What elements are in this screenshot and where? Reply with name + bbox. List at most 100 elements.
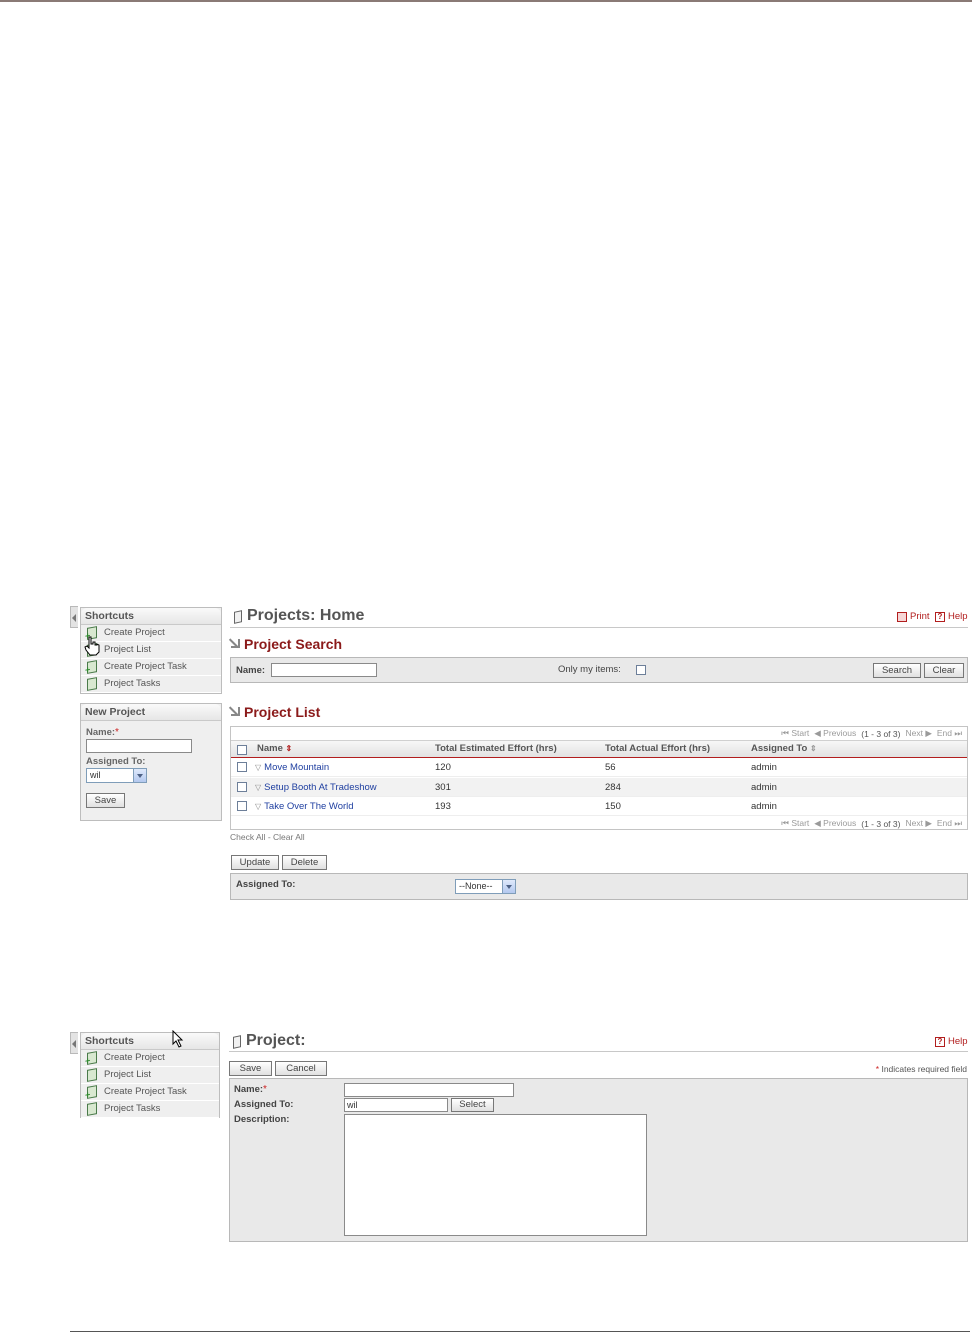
select-user-button[interactable]: Select [451, 1098, 494, 1112]
search-name-input[interactable] [271, 663, 377, 677]
clear-all-link[interactable]: Clear All [273, 832, 305, 842]
shortcut-project-list[interactable]: Project List [81, 642, 221, 659]
top-rule [0, 0, 972, 2]
required-field-note: * Indicates required field [875, 1064, 967, 1074]
description-label: Description: [234, 1114, 290, 1125]
row-checkbox[interactable] [237, 801, 247, 811]
project-form: Name:* Assigned To: wil Select Descripti… [229, 1078, 968, 1242]
pager-next-link[interactable]: Next ▶ [905, 818, 931, 829]
section-arrow-icon [231, 639, 240, 648]
pager-previous-link[interactable]: ◀ Previous [814, 818, 856, 829]
expand-icon[interactable]: ▽ [255, 783, 261, 792]
row-actual: 284 [605, 782, 621, 793]
row-assigned: admin [751, 801, 777, 812]
bottom-rule [70, 1331, 970, 1332]
mass-assign-select[interactable]: --None-- [455, 879, 516, 894]
row-estimated: 301 [435, 782, 451, 793]
shortcut-project-list[interactable]: Project List [81, 1067, 219, 1084]
book-icon [87, 677, 97, 691]
row-assigned: admin [751, 782, 777, 793]
row-name-cell: ▽ Move Mountain [255, 758, 329, 777]
assigned-to-input[interactable]: wil [344, 1098, 448, 1112]
shortcut-create-project-task[interactable]: Create Project Task [81, 1084, 219, 1101]
pager-count: (1 - 3 of 3) [861, 728, 901, 739]
pager-next-link[interactable]: Next ▶ [905, 728, 931, 739]
row-estimated: 120 [435, 762, 451, 773]
project-list-title: Project List [244, 704, 321, 720]
shortcut-project-tasks[interactable]: Project Tasks [81, 676, 221, 693]
new-project-panel: New Project Name:* Assigned To: wil Save [80, 703, 222, 821]
sidebar-collapse-toggle[interactable] [70, 1032, 78, 1054]
update-button[interactable]: Update [231, 855, 279, 870]
column-header-name[interactable]: Name ⇕ [257, 743, 292, 754]
row-assigned: admin [751, 762, 777, 773]
pager-previous-link[interactable]: ◀ Previous [814, 728, 856, 739]
shortcut-project-tasks[interactable]: Project Tasks [81, 1101, 219, 1118]
print-link[interactable]: Print [897, 611, 930, 622]
name-label: Name:* [234, 1084, 267, 1095]
project-link[interactable]: Setup Booth At Tradeshow [264, 782, 377, 793]
cancel-button[interactable]: Cancel [275, 1061, 327, 1076]
search-button[interactable]: Search [873, 663, 921, 678]
new-project-name-input[interactable] [86, 739, 192, 753]
pager-end-link[interactable]: End ⏭ [937, 728, 962, 739]
shortcut-create-project-task[interactable]: Create Project Task [81, 659, 221, 676]
table-row: ▽ Move Mountain 120 56 admin [231, 758, 967, 777]
arrow-cursor-icon [172, 1030, 184, 1048]
table-row: ▽ Setup Booth At Tradeshow 301 284 admin [231, 778, 967, 797]
only-my-items-label: Only my items: [558, 664, 621, 675]
name-input[interactable] [344, 1083, 514, 1097]
delete-button[interactable]: Delete [282, 855, 327, 870]
mass-assign-label: Assigned To: [236, 879, 296, 890]
page-title: Projects: Home [247, 607, 365, 624]
sort-icon: ⇕ [809, 744, 817, 753]
sort-icon: ⇕ [285, 744, 293, 753]
new-project-name-label: Name:* [86, 727, 119, 738]
project-link[interactable]: Move Mountain [264, 762, 329, 773]
pager-start-link[interactable]: ⏮ Start [781, 818, 809, 829]
page-title: Project: [246, 1032, 306, 1049]
title-divider [229, 1051, 968, 1052]
book-add-icon [87, 660, 97, 674]
row-actual: 150 [605, 801, 621, 812]
clear-button[interactable]: Clear [924, 663, 964, 678]
new-project-assigned-label: Assigned To: [86, 756, 146, 767]
mass-assign-bar: Assigned To: --None-- [230, 873, 968, 900]
help-link[interactable]: ? Help [935, 611, 968, 622]
table-row: ▽ Take Over The World 193 150 admin [231, 797, 967, 816]
new-project-title: New Project [81, 704, 221, 721]
new-project-assigned-select[interactable]: wil [86, 768, 147, 783]
only-my-items-checkbox[interactable] [636, 665, 646, 675]
column-header-actual: Total Actual Effort (hrs) [605, 743, 711, 754]
shortcut-create-project[interactable]: Create Project [81, 625, 221, 642]
check-all-link[interactable]: Check All [230, 832, 265, 842]
column-header-assigned[interactable]: Assigned To ⇕ [751, 743, 817, 754]
expand-icon[interactable]: ▽ [255, 802, 261, 811]
column-header-estimated: Total Estimated Effort (hrs) [435, 743, 557, 754]
project-link[interactable]: Take Over The World [264, 801, 353, 812]
shortcuts-panel: Shortcuts Create Project Project List Cr… [80, 1032, 220, 1118]
book-add-icon [87, 1051, 97, 1065]
pager-start-link[interactable]: ⏮ Start [781, 728, 809, 739]
shortcuts-title: Shortcuts [81, 1033, 219, 1050]
row-checkbox[interactable] [237, 762, 247, 772]
help-link[interactable]: ? Help [935, 1036, 968, 1047]
row-checkbox[interactable] [237, 782, 247, 792]
sidebar-collapse-toggle[interactable] [70, 606, 78, 628]
select-all-checkbox[interactable] [237, 745, 247, 755]
save-button[interactable]: Save [229, 1061, 272, 1076]
title-divider [230, 627, 968, 628]
pager-end-link[interactable]: End ⏭ [937, 818, 962, 829]
help-icon: ? [935, 1036, 945, 1047]
chevron-left-icon [72, 614, 76, 622]
shortcut-create-project[interactable]: Create Project [81, 1050, 219, 1067]
project-list-table: ⏮ Start ◀ Previous (1 - 3 of 3) Next ▶ E… [230, 726, 968, 830]
description-textarea[interactable] [344, 1114, 647, 1236]
expand-icon[interactable]: ▽ [255, 763, 261, 772]
row-actual: 56 [605, 762, 616, 773]
book-icon [87, 1102, 97, 1116]
help-icon: ? [935, 611, 945, 622]
project-search-title: Project Search [244, 636, 343, 652]
new-project-save-button[interactable]: Save [86, 793, 125, 808]
row-name-cell: ▽ Setup Booth At Tradeshow [255, 778, 377, 797]
